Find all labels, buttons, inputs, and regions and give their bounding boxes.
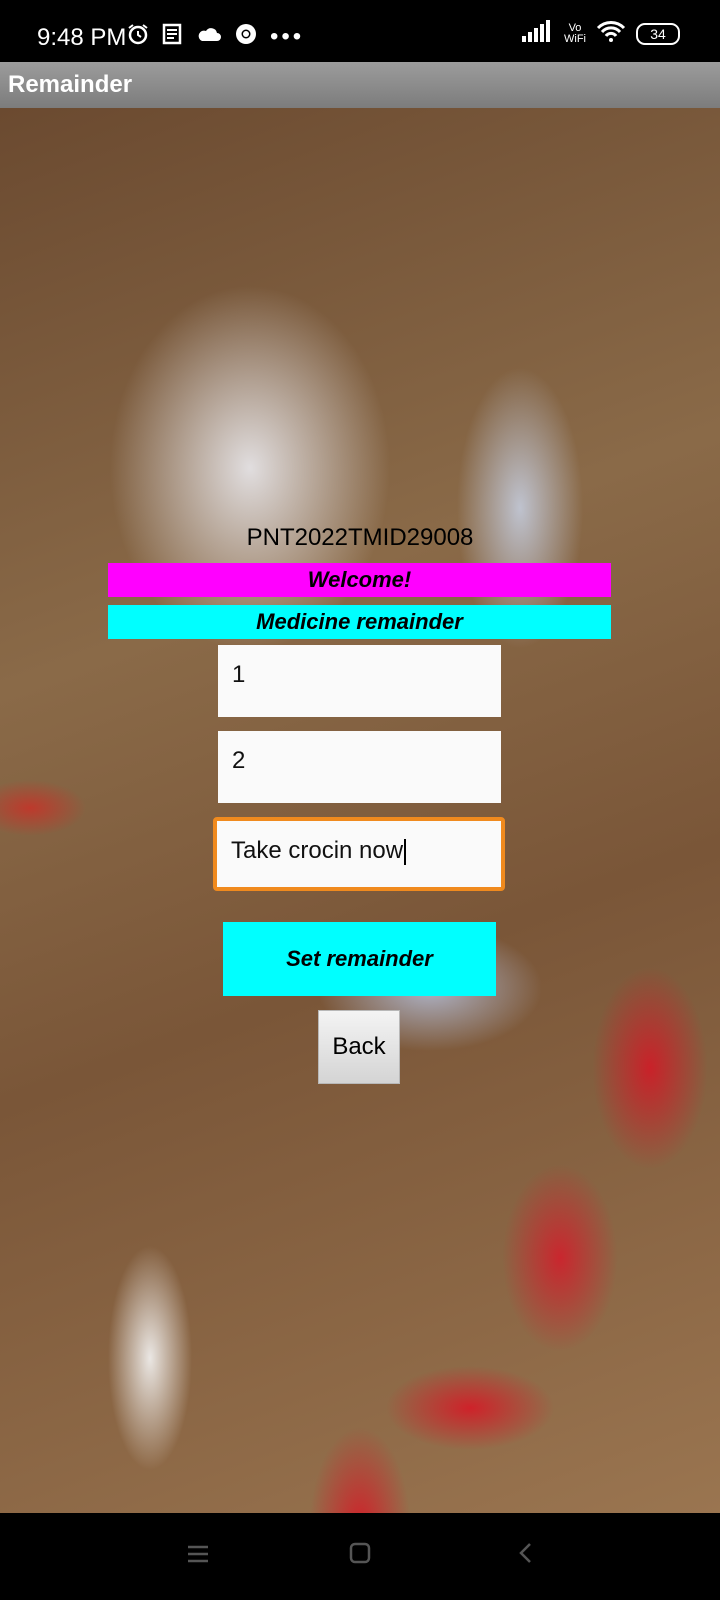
hour-input-value: 1 <box>232 661 246 688</box>
home-icon[interactable] <box>348 1541 372 1572</box>
screen: 9:48 PM ••• Vo WiFi 34 Remainder PNT2022… <box>0 0 720 1600</box>
menu-icon[interactable] <box>186 1541 210 1572</box>
message-input-value: Take crocin now <box>231 837 404 864</box>
wifi-icon <box>596 20 626 47</box>
signal-icon <box>522 20 554 47</box>
back-button[interactable]: Back <box>318 1010 400 1084</box>
minute-input-value: 2 <box>232 747 246 774</box>
set-remainder-button[interactable]: Set remainder <box>223 922 496 996</box>
text-caret <box>404 838 407 865</box>
chrome-icon <box>234 22 258 51</box>
background-image: PNT2022TMID29008 Welcome! Medicine remai… <box>0 108 720 1513</box>
welcome-banner: Welcome! <box>108 563 611 597</box>
vowifi-label: Vo WiFi <box>564 21 586 45</box>
navigation-bar <box>0 1513 720 1600</box>
medicine-banner: Medicine remainder <box>108 605 611 639</box>
status-time: 9:48 PM <box>37 24 127 51</box>
alarm-icon <box>126 22 150 51</box>
status-bar: 9:48 PM ••• Vo WiFi 34 <box>0 0 720 62</box>
app-bar: Remainder <box>0 62 720 108</box>
status-icons-left: ••• <box>126 22 304 51</box>
app-title: Remainder <box>8 71 133 98</box>
news-icon <box>162 23 184 50</box>
status-icons-right: Vo WiFi 34 <box>522 20 680 47</box>
battery-icon: 34 <box>636 22 680 45</box>
more-icon: ••• <box>270 22 305 50</box>
minute-input[interactable]: 2 <box>218 731 501 803</box>
hour-input[interactable]: 1 <box>218 645 501 717</box>
cloud-icon <box>196 24 222 49</box>
back-icon[interactable] <box>516 1541 536 1572</box>
message-input[interactable]: Take crocin now <box>213 817 505 891</box>
id-text: PNT2022TMID29008 <box>246 524 474 551</box>
